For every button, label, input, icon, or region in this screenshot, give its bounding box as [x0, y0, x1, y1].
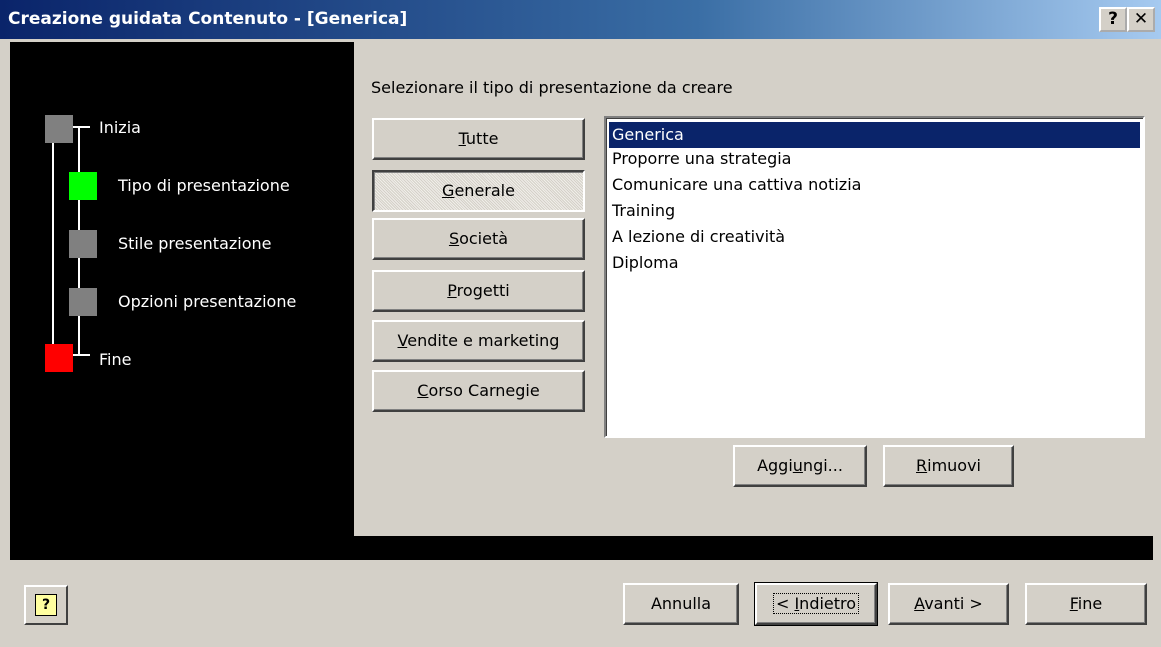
cancel-button[interactable]: Annulla [623, 583, 739, 625]
button-label: ine [1077, 594, 1103, 613]
category-button-vendite[interactable]: Vendite e marketing [372, 320, 585, 362]
category-button-progetti[interactable]: Progetti [372, 270, 585, 312]
divider-bar [10, 536, 1153, 560]
category-button-carnegie[interactable]: Corso Carnegie [372, 370, 585, 412]
progress-line-left [52, 126, 54, 356]
next-button[interactable]: Avanti > [888, 583, 1009, 625]
button-label: ocietà [459, 229, 509, 248]
help-question-icon: ? [35, 594, 57, 616]
title-bar: Creazione guidata Contenuto - [Generica]… [0, 0, 1161, 39]
accel-key: A [914, 594, 925, 613]
accel-key: T [458, 129, 466, 148]
button-label: rogetti [456, 281, 510, 300]
help-button[interactable]: ? [24, 585, 68, 625]
accel-key: S [448, 229, 460, 248]
step-label: Tipo di presentazione [118, 176, 290, 195]
presentation-type-list[interactable]: Generica Proporre una strategia Comunica… [604, 116, 1145, 438]
remove-button[interactable]: Rimuovi [883, 445, 1014, 487]
button-label: < [775, 594, 795, 613]
category-button-tutte[interactable]: Tutte [372, 118, 585, 160]
progress-tick [72, 126, 90, 128]
list-item[interactable]: Diploma [609, 250, 1140, 276]
category-button-generale[interactable]: Generale [372, 170, 585, 212]
step-marker-opzioni [69, 288, 97, 316]
window-title: Creazione guidata Contenuto - [Generica] [8, 9, 408, 29]
accel-key: P [447, 281, 457, 300]
wizard-window: Creazione guidata Contenuto - [Generica]… [0, 0, 1161, 647]
step-label: Stile presentazione [118, 234, 272, 253]
button-label: imuovi [927, 456, 981, 475]
close-button[interactable]: ✕ [1127, 7, 1155, 32]
button-label: ngi... [802, 456, 843, 475]
step-marker-inizia [45, 115, 73, 143]
button-label: enerale [454, 181, 515, 200]
step-marker-tipo [69, 172, 97, 200]
add-button[interactable]: Aggiungi... [733, 445, 867, 487]
button-label: endite e marketing [407, 331, 560, 350]
button-label: orso Carnegie [428, 381, 540, 400]
prompt-text: Selezionare il tipo di presentazione da … [371, 78, 733, 97]
accel-key: u [792, 456, 803, 475]
accel-key: G [442, 181, 455, 200]
button-label: Aggi [757, 456, 793, 475]
back-button[interactable]: < Indietro [754, 582, 878, 626]
step-label: Opzioni presentazione [118, 292, 297, 311]
progress-tick [72, 354, 90, 356]
title-help-button[interactable]: ? [1099, 7, 1127, 32]
button-label: vanti > [924, 594, 983, 613]
focus-rect: < Indietro [772, 593, 860, 614]
list-item[interactable]: Training [609, 198, 1140, 224]
list-item[interactable]: Comunicare una cattiva notizia [609, 172, 1140, 198]
accel-key: F [1069, 594, 1078, 613]
close-icon: ✕ [1133, 9, 1149, 29]
list-item[interactable]: A lezione di creatività [609, 224, 1140, 250]
step-marker-stile [69, 230, 97, 258]
step-label: Fine [99, 350, 132, 369]
category-button-societa[interactable]: Società [372, 218, 585, 260]
accel-key: C [417, 381, 429, 400]
accel-key: R [916, 456, 928, 475]
finish-button[interactable]: Fine [1025, 583, 1147, 625]
step-marker-fine [45, 344, 73, 372]
accel-key: V [397, 331, 408, 350]
step-label: Inizia [99, 118, 141, 137]
list-item[interactable]: Generica [609, 122, 1140, 148]
list-item[interactable]: Proporre una strategia [609, 146, 1140, 172]
button-label: ndietro [799, 594, 857, 613]
button-label: utte [465, 129, 499, 148]
